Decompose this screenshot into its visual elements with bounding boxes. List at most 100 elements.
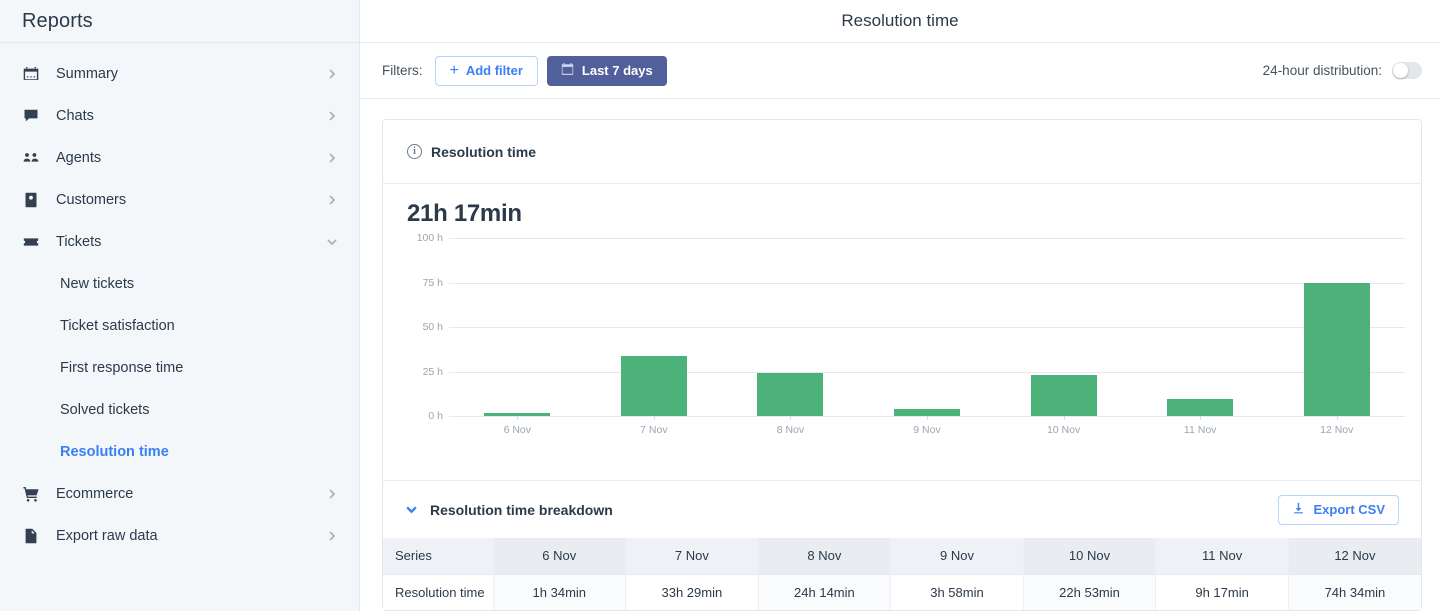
table-column-header: 11 Nov bbox=[1155, 538, 1289, 574]
sidebar-item-customers[interactable]: Customers bbox=[0, 179, 359, 221]
table-column-header: 6 Nov bbox=[493, 538, 627, 574]
chart-y-tick-label: 100 h bbox=[416, 232, 443, 244]
breakdown-title: Resolution time breakdown bbox=[430, 501, 613, 518]
chart-bar-column bbox=[586, 238, 723, 416]
chart-bar-column bbox=[722, 238, 859, 416]
download-icon bbox=[1292, 502, 1305, 518]
chart-bar[interactable] bbox=[1303, 283, 1370, 416]
chart-x-tick-label: 11 Nov bbox=[1132, 416, 1269, 436]
chart-bar-column bbox=[1268, 238, 1405, 416]
plus-icon: + bbox=[449, 61, 459, 79]
chevron-right-icon bbox=[325, 151, 339, 165]
add-filter-label: Add filter bbox=[465, 63, 523, 78]
sidebar-item-label: Chats bbox=[56, 108, 94, 124]
sidebar-item-label: Tickets bbox=[56, 234, 102, 250]
chart-bar[interactable] bbox=[620, 356, 687, 416]
table-cell: 3h 58min bbox=[890, 574, 1024, 610]
chart-bar[interactable] bbox=[757, 372, 824, 416]
sidebar-subitem-solved-tickets[interactable]: Solved tickets bbox=[0, 389, 359, 431]
resolution-time-bar-chart: 100 h 75 h 50 h 25 h 0 h 6 Nov 7 Nov 8 Nov 9 Nov… bbox=[407, 232, 1409, 438]
table-cell: 74h 34min bbox=[1288, 574, 1421, 610]
sidebar-header: Reports bbox=[0, 0, 359, 43]
app-root: Reports Summary Chats Agents Customers T… bbox=[0, 0, 1440, 611]
chart-x-tick-label: 9 Nov bbox=[859, 416, 996, 436]
sidebar-subitem-new-tickets[interactable]: New tickets bbox=[0, 263, 359, 305]
table-cell: Resolution time bbox=[383, 574, 494, 610]
sidebar-item-chats[interactable]: Chats bbox=[0, 95, 359, 137]
table-body: Resolution time 1h 34min 33h 29min 24h 14mi… bbox=[383, 574, 1421, 610]
chart-bar-column bbox=[449, 238, 586, 416]
page-title: Reports bbox=[22, 9, 93, 32]
chart-y-tick-label: 0 h bbox=[428, 410, 443, 422]
sidebar-item-label: Summary bbox=[56, 66, 119, 82]
distribution-label: 24-hour distribution: bbox=[1262, 63, 1382, 78]
chat-icon bbox=[22, 107, 40, 125]
sidebar-item-tickets[interactable]: Tickets bbox=[0, 221, 359, 263]
chevron-right-icon bbox=[325, 487, 339, 501]
sidebar-subitem-ticket-satisfaction[interactable]: Ticket satisfaction bbox=[0, 305, 359, 347]
topbar-title: Resolution time bbox=[841, 11, 959, 30]
chart-x-tick-label: 6 Nov bbox=[449, 416, 586, 436]
chart-bar[interactable] bbox=[1030, 375, 1097, 416]
chart-bar-column bbox=[1132, 238, 1269, 416]
table-cell: 9h 17min bbox=[1155, 574, 1289, 610]
sidebar: Reports Summary Chats Agents Customers T… bbox=[0, 0, 360, 611]
contact-card-icon bbox=[22, 191, 40, 209]
chart-x-axis: 6 Nov 7 Nov 8 Nov 9 Nov 10 Nov 11 Nov 12 Nov bbox=[449, 416, 1405, 436]
export-csv-button[interactable]: Export CSV bbox=[1278, 494, 1399, 525]
table-column-header: 9 Nov bbox=[890, 538, 1024, 574]
export-csv-label: Export CSV bbox=[1313, 502, 1385, 517]
metric-area: 21h 17min bbox=[383, 184, 1421, 228]
table-cell: 1h 34min bbox=[493, 574, 627, 610]
sidebar-subitem-first-response-time[interactable]: First response time bbox=[0, 347, 359, 389]
chart-wrap: 100 h 75 h 50 h 25 h 0 h 6 Nov 7 Nov 8 Nov 9 Nov… bbox=[383, 228, 1421, 480]
sidebar-item-label: Customers bbox=[56, 192, 127, 208]
sidebar-item-agents[interactable]: Agents bbox=[0, 137, 359, 179]
chevron-right-icon bbox=[325, 529, 339, 543]
chart-plot-area bbox=[449, 238, 1405, 416]
breakdown-table: Series 6 Nov 7 Nov 8 Nov 9 Nov 10 Nov 11 Nov 12… bbox=[383, 538, 1421, 610]
sidebar-item-ecommerce[interactable]: Ecommerce bbox=[0, 473, 359, 515]
date-range-button[interactable]: Last 7 days bbox=[546, 55, 667, 86]
content-area: i Resolution time 21h 17min 100 h 75 h 50 … bbox=[360, 99, 1440, 611]
ticket-icon bbox=[22, 233, 40, 251]
chart-bar[interactable] bbox=[894, 408, 961, 416]
sidebar-subitem-resolution-time[interactable]: Resolution time bbox=[0, 431, 359, 473]
people-icon bbox=[22, 149, 40, 167]
breakdown-header: Resolution time breakdown Export CSV bbox=[383, 480, 1421, 538]
chart-y-tick-label: 25 h bbox=[422, 365, 443, 378]
table-cell: 22h 53min bbox=[1023, 574, 1157, 610]
table-column-header: 10 Nov bbox=[1023, 538, 1157, 574]
resolution-time-card: i Resolution time 21h 17min 100 h 75 h 50 … bbox=[382, 119, 1422, 611]
distribution-toggle[interactable] bbox=[1392, 62, 1422, 79]
add-filter-button[interactable]: + Add filter bbox=[434, 55, 538, 86]
table-row: Resolution time 1h 34min 33h 29min 24h 14mi… bbox=[383, 574, 1421, 610]
toggle-knob bbox=[1393, 63, 1408, 78]
metric-value: 21h 17min bbox=[407, 200, 522, 227]
sidebar-item-label: Agents bbox=[56, 150, 102, 166]
calendar-icon bbox=[22, 65, 40, 83]
sidebar-nav: Summary Chats Agents Customers Tickets N… bbox=[0, 43, 359, 557]
chevron-right-icon bbox=[325, 67, 339, 81]
file-export-icon bbox=[22, 527, 40, 545]
table-head: Series 6 Nov 7 Nov 8 Nov 9 Nov 10 Nov 11 Nov 12… bbox=[383, 538, 1421, 574]
sidebar-item-export-raw-data[interactable]: Export raw data bbox=[0, 515, 359, 557]
card-header: i Resolution time bbox=[383, 120, 1421, 184]
sidebar-item-label: Export raw data bbox=[56, 528, 158, 544]
table-header-row: Series 6 Nov 7 Nov 8 Nov 9 Nov 10 Nov 11 Nov 12… bbox=[383, 538, 1421, 574]
sidebar-item-summary[interactable]: Summary bbox=[0, 53, 359, 95]
chart-bar[interactable] bbox=[1167, 399, 1234, 416]
table-column-header: 12 Nov bbox=[1288, 538, 1421, 574]
topbar: Resolution time bbox=[360, 0, 1440, 43]
chevron-down-icon[interactable] bbox=[405, 503, 418, 516]
chart-bar-column bbox=[995, 238, 1132, 416]
chart-y-tick-label: 50 h bbox=[422, 321, 443, 333]
chart-y-tick-label: 75 h bbox=[422, 276, 443, 289]
chevron-down-icon bbox=[325, 235, 339, 249]
distribution-toggle-group: 24-hour distribution: bbox=[1263, 62, 1422, 79]
info-icon[interactable]: i bbox=[407, 144, 422, 159]
main-panel: Resolution time Filters: + Add filter La… bbox=[360, 0, 1440, 611]
chevron-right-icon bbox=[325, 193, 339, 207]
chart-bar-column bbox=[859, 238, 996, 416]
cart-icon bbox=[22, 485, 40, 503]
